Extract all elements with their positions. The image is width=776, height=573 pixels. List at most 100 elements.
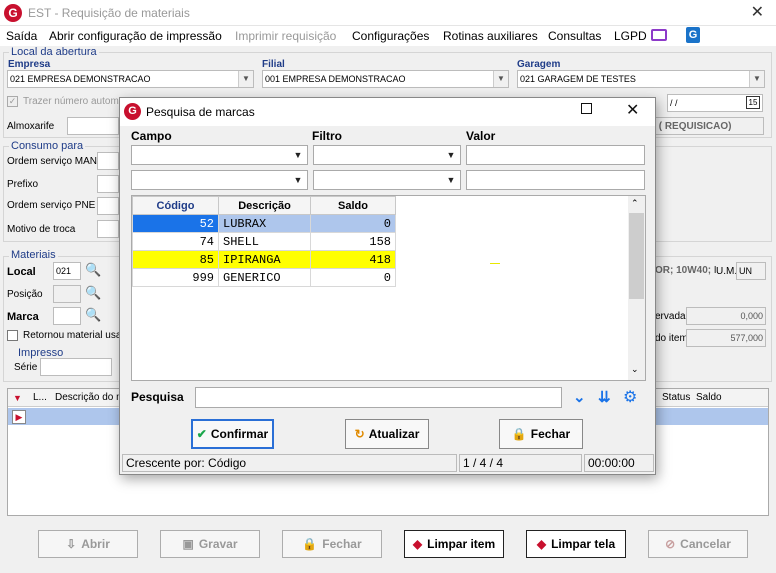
os-pne-label: Ordem serviço PNE <box>7 200 96 211</box>
chevron-down-icon[interactable]: ▼ <box>290 147 306 163</box>
almoxarife-input[interactable] <box>67 117 119 135</box>
cell-saldo[interactable]: 418 <box>310 250 396 269</box>
trazer-numero-label: Trazer número automa <box>23 96 125 107</box>
valor-input-1[interactable] <box>466 145 645 165</box>
chevron-down-icon[interactable]: ▼ <box>443 172 459 188</box>
help-book-icon[interactable]: G <box>686 27 700 43</box>
scroll-up-icon[interactable]: ⌃ <box>631 198 639 209</box>
gear-icon[interactable]: ⚙ <box>623 387 637 407</box>
menu-saida[interactable]: Saída <box>6 29 37 43</box>
close-window-button[interactable]: ✕ <box>751 2 764 22</box>
serie-input[interactable] <box>40 358 112 376</box>
abrir-label: Abrir <box>81 537 110 551</box>
grid-scrollbar[interactable]: ⌃ ⌄ <box>628 196 645 380</box>
trazer-numero-checkbox[interactable]: ✓ <box>7 96 18 107</box>
limpar-item-button[interactable]: ◆ Limpar item <box>404 530 504 558</box>
filtro-select-1[interactable]: ▼ <box>313 145 461 165</box>
cancelar-label: Cancelar <box>680 537 731 551</box>
monitor-icon[interactable] <box>651 29 667 41</box>
cell-saldo[interactable]: 0 <box>310 214 396 233</box>
calendar-icon[interactable]: 15 <box>746 96 760 109</box>
retornou-label: Retornou material usad <box>23 330 127 341</box>
col-header-status[interactable]: Status <box>662 392 690 403</box>
dialog-close-icon[interactable]: ✕ <box>626 100 639 120</box>
col-header-descricao[interactable]: Descrição do m <box>55 392 124 403</box>
table-row[interactable]: 999 GENERICO 0 <box>132 268 396 287</box>
os-man-input[interactable] <box>97 152 119 170</box>
expand-down-icon[interactable]: ⌄ <box>573 388 586 406</box>
col-header-saldo[interactable]: Saldo <box>696 392 722 403</box>
table-row[interactable]: 74 SHELL 158 <box>132 232 396 251</box>
status-time: 00:00:00 <box>584 454 654 472</box>
os-pne-input[interactable] <box>97 197 119 215</box>
serie-label: Série <box>14 362 38 373</box>
valor-label: Valor <box>466 129 496 143</box>
confirmar-button[interactable]: ✔ Confirmar <box>191 419 274 449</box>
atualizar-button[interactable]: ↻ Atualizar <box>345 419 429 449</box>
chevron-down-icon[interactable]: ▼ <box>493 71 508 87</box>
gravar-button[interactable]: ▣ Gravar <box>160 530 260 558</box>
filial-value: 001 EMPRESA DEMONSTRACAO <box>265 74 406 84</box>
cell-saldo[interactable]: 0 <box>310 268 396 287</box>
cell-saldo[interactable]: 158 <box>310 232 396 251</box>
cancelar-button[interactable]: ⊘ Cancelar <box>648 530 748 558</box>
maximize-icon[interactable] <box>581 103 592 114</box>
chevron-down-icon[interactable]: ▼ <box>749 71 764 87</box>
chevron-down-icon[interactable]: ▼ <box>290 172 306 188</box>
prefixo-input[interactable] <box>97 175 119 193</box>
cell-codigo[interactable]: 999 <box>132 268 219 287</box>
search-local-icon[interactable]: 🔍 <box>85 262 101 278</box>
table-row[interactable]: 52 LUBRAX 0 <box>132 214 396 233</box>
cell-descricao[interactable]: SHELL <box>218 232 311 251</box>
dialog-title: Pesquisa de marcas <box>146 105 255 119</box>
col-codigo[interactable]: Código <box>132 196 219 215</box>
col-saldo[interactable]: Saldo <box>310 196 396 215</box>
posicao-input[interactable] <box>53 285 81 303</box>
campo-select-1[interactable]: ▼ <box>131 145 308 165</box>
cell-codigo[interactable]: 74 <box>132 232 219 251</box>
search-posicao-icon[interactable]: 🔍 <box>85 285 101 301</box>
almoxarife-label: Almoxarife <box>7 121 55 132</box>
retornou-checkbox[interactable] <box>7 330 18 341</box>
chevron-down-icon[interactable]: ▼ <box>238 71 253 87</box>
abrir-button[interactable]: ⇩ Abrir <box>38 530 138 558</box>
local-input[interactable]: 021 <box>53 262 81 280</box>
scroll-thumb[interactable] <box>629 213 644 299</box>
cell-codigo[interactable]: 52 <box>132 214 219 233</box>
status-count: 1 / 4 / 4 <box>459 454 582 472</box>
menu-abrir-config-impressao[interactable]: Abrir configuração de impressão <box>49 29 222 43</box>
search-marca-icon[interactable]: 🔍 <box>85 307 101 323</box>
valor-input-2[interactable] <box>466 170 645 190</box>
filial-select[interactable]: 001 EMPRESA DEMONSTRACAO ▼ <box>262 70 509 88</box>
reservada-value: 0,000 <box>686 307 766 325</box>
menu-imprimir-requisicao[interactable]: Imprimir requisição <box>235 29 336 43</box>
cell-descricao[interactable]: IPIRANGA <box>218 250 311 269</box>
marca-input[interactable] <box>53 307 81 325</box>
menu-rotinas-auxiliares[interactable]: Rotinas auxiliares <box>443 29 538 43</box>
cell-descricao[interactable]: LUBRAX <box>218 214 311 233</box>
campo-select-2[interactable]: ▼ <box>131 170 308 190</box>
menu-consultas[interactable]: Consultas <box>548 29 601 43</box>
fechar-main-button[interactable]: 🔒 Fechar <box>282 530 382 558</box>
empresa-select[interactable]: 021 EMPRESA DEMONSTRACAO ▼ <box>7 70 254 88</box>
table-row[interactable]: 85 IPIRANGA 418 <box>132 250 396 269</box>
cell-descricao[interactable]: GENERICO <box>218 268 311 287</box>
col-header-l[interactable]: L... <box>33 392 47 403</box>
col-descricao[interactable]: Descrição <box>218 196 311 215</box>
limpar-tela-button[interactable]: ◆ Limpar tela <box>526 530 626 558</box>
filtro-select-2[interactable]: ▼ <box>313 170 461 190</box>
marcas-grid[interactable]: Código Descrição Saldo 52 LUBRAX 0 74 SH… <box>131 195 646 381</box>
fechar-dialog-button[interactable]: 🔒 Fechar <box>499 419 583 449</box>
menu-configuracoes[interactable]: Configurações <box>352 29 429 43</box>
lock-icon: 🔒 <box>302 537 318 551</box>
menu-lgpd[interactable]: LGPD <box>614 29 647 43</box>
pesquisa-input[interactable] <box>195 387 562 408</box>
window-titlebar: G EST - Requisição de materiais ✕ <box>0 0 776 26</box>
chevron-down-icon[interactable]: ▼ <box>443 147 459 163</box>
cell-codigo[interactable]: 85 <box>132 250 219 269</box>
scroll-down-icon[interactable]: ⌄ <box>631 364 639 375</box>
expand-all-icon[interactable]: ⇊ <box>598 388 611 406</box>
motivo-troca-input[interactable] <box>97 220 119 238</box>
garagem-select[interactable]: 021 GARAGEM DE TESTES ▼ <box>517 70 765 88</box>
date-input[interactable]: / / 15 <box>667 94 763 112</box>
